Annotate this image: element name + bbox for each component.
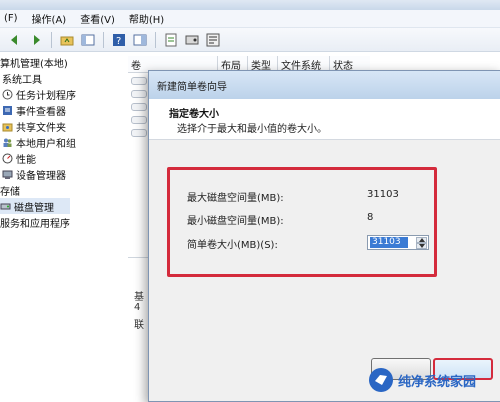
- back-icon[interactable]: [6, 31, 24, 49]
- volume-row[interactable]: [131, 90, 147, 98]
- menu-action[interactable]: 操作(A): [32, 11, 67, 26]
- tree-item-label: 事件查看器: [16, 106, 66, 118]
- disk-status-char: 联: [134, 320, 144, 331]
- clock-icon: [2, 89, 13, 100]
- toolbar-separator: [51, 31, 52, 48]
- settings-icon[interactable]: [204, 31, 222, 49]
- toolbar-separator: [155, 31, 156, 48]
- disk-size-char: 4: [134, 302, 141, 313]
- users-icon: [2, 137, 13, 148]
- performance-icon: [2, 153, 13, 164]
- max-space-label: 最大磁盘空间量(MB):: [187, 193, 284, 204]
- tree-item-label: 磁盘管理: [14, 202, 54, 214]
- volume-row[interactable]: [131, 116, 147, 124]
- chevron-down-icon[interactable]: [416, 243, 427, 249]
- pane-divider: [128, 257, 148, 258]
- dialog-title: 新建简单卷向导: [149, 71, 500, 99]
- up-folder-icon[interactable]: [58, 31, 76, 49]
- volume-row[interactable]: [131, 103, 147, 111]
- tree-item-services-applications[interactable]: 服务和应用程序: [0, 214, 70, 230]
- tree-item-performance[interactable]: 性能: [2, 150, 36, 166]
- shared-folder-icon: [2, 121, 13, 132]
- step-description: 选择介于最大和最小值的卷大小。: [177, 124, 327, 135]
- event-viewer-icon: [2, 105, 13, 116]
- watermark-icon: [369, 368, 393, 392]
- disk-label-char: 基: [134, 292, 144, 303]
- tree-item-label: 存储: [0, 186, 20, 198]
- tree-item-event-viewer[interactable]: 事件查看器: [2, 102, 66, 118]
- min-space-label: 最小磁盘空间量(MB):: [187, 216, 284, 227]
- tree-item-label: 本地用户和组: [16, 138, 76, 150]
- max-space-value: 31103: [367, 189, 399, 200]
- watermark-logo: 纯净系统家园: [368, 360, 500, 400]
- properties-icon[interactable]: [162, 31, 180, 49]
- disk-icon: [0, 201, 11, 212]
- menu-file-partial[interactable]: (F): [4, 13, 18, 24]
- tree-item-label: 性能: [16, 154, 36, 166]
- dialog-header: 指定卷大小 选择介于最大和最小值的卷大小。: [149, 99, 500, 140]
- tree-item-storage[interactable]: 存储: [0, 182, 20, 198]
- window-titlebar: [0, 0, 500, 10]
- svg-text:?: ?: [116, 36, 121, 47]
- tree-item-label: 系统工具: [2, 74, 42, 86]
- volume-row[interactable]: [131, 77, 147, 85]
- help-icon[interactable]: ?: [110, 31, 128, 49]
- step-heading: 指定卷大小: [169, 109, 219, 120]
- watermark-text: 纯净系统家园: [398, 374, 477, 390]
- min-space-value: 8: [367, 212, 374, 223]
- volume-size-stepper[interactable]: [367, 235, 429, 250]
- show-hide-tree-icon[interactable]: [79, 31, 97, 49]
- tree-item-device-manager[interactable]: 设备管理器: [2, 166, 66, 182]
- menu-view[interactable]: 查看(V): [80, 11, 115, 26]
- new-simple-volume-wizard: 新建简单卷向导 指定卷大小 选择介于最大和最小值的卷大小。 最大磁盘空间量(MB…: [148, 70, 500, 402]
- toolbar-separator: [103, 31, 104, 48]
- tree-item-shared-folders[interactable]: 共享文件夹: [2, 118, 66, 134]
- tree-item-label: 服务和应用程序: [0, 218, 70, 230]
- tree-item-system-tools[interactable]: 系统工具: [2, 70, 42, 86]
- tree-item-label: 任务计划程序: [16, 90, 76, 102]
- tree-item-label: 共享文件夹: [16, 122, 66, 134]
- forward-icon[interactable]: [27, 31, 45, 49]
- toolbar: ?: [0, 28, 500, 52]
- volume-row[interactable]: [131, 129, 147, 137]
- volume-size-label: 简单卷大小(MB)(S):: [187, 240, 278, 251]
- menu-help[interactable]: 帮助(H): [129, 11, 164, 26]
- tree-item-computer-management[interactable]: 算机管理(本地): [0, 54, 68, 70]
- volume-size-input[interactable]: [370, 237, 408, 248]
- tree-item-local-users-groups[interactable]: 本地用户和组: [2, 134, 76, 150]
- view-pane-icon[interactable]: [131, 31, 149, 49]
- device-manager-icon: [2, 169, 13, 180]
- menu-bar: (F) 操作(A) 查看(V) 帮助(H): [0, 10, 500, 28]
- tree-item-label: 算机管理(本地): [0, 58, 68, 70]
- disk-properties-icon[interactable]: [183, 31, 201, 49]
- tree-item-disk-management[interactable]: 磁盘管理: [0, 198, 70, 214]
- console-tree: 算机管理(本地) 系统工具 任务计划程序 事件查看器 共享文件夹 本地用户和组 …: [0, 52, 129, 400]
- tree-item-task-scheduler[interactable]: 任务计划程序: [2, 86, 76, 102]
- tree-item-label: 设备管理器: [16, 170, 66, 182]
